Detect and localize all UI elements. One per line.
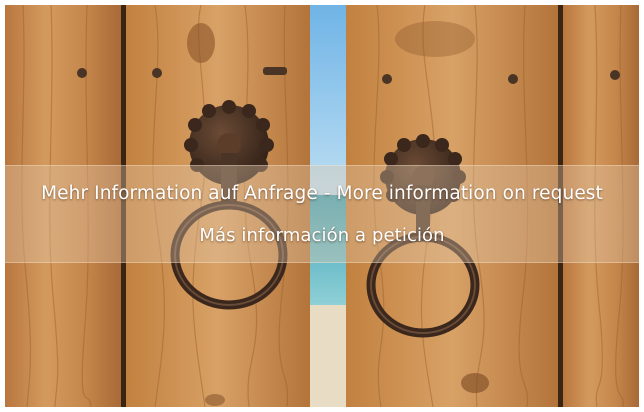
info-text-de-en: Mehr Information auf Anfrage - More info… <box>41 183 603 204</box>
info-text-es: Más información a petición <box>199 225 445 246</box>
sand <box>310 305 350 407</box>
info-banner: Mehr Information auf Anfrage - More info… <box>5 165 639 263</box>
photo-frame: Mehr Information auf Anfrage - More info… <box>5 5 639 407</box>
